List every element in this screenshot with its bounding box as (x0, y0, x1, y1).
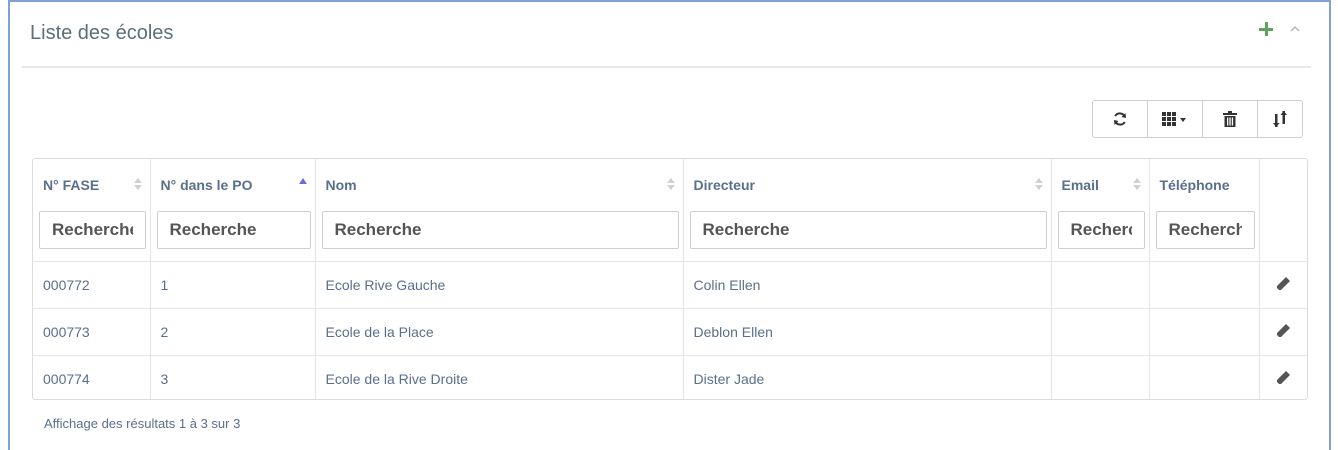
table-row[interactable]: 000774 3 Ecole de la Rive Droite Dister … (33, 355, 1307, 399)
column-header-email[interactable]: Email (1051, 159, 1150, 211)
cell-directeur: Deblon Ellen (683, 308, 1052, 356)
filter-telephone-input[interactable] (1155, 211, 1255, 249)
sort-both-icon (1034, 178, 1043, 190)
sort-arrows-icon (1273, 111, 1287, 127)
trash-icon (1223, 111, 1237, 127)
pencil-icon (1277, 370, 1291, 384)
column-label: Directeur (693, 177, 755, 193)
columns-button[interactable] (1147, 100, 1203, 138)
filter-email-input[interactable] (1057, 211, 1145, 249)
cell-directeur: Dister Jade (683, 355, 1052, 399)
cell-po: 1 (150, 261, 316, 309)
refresh-button[interactable] (1092, 100, 1148, 138)
refresh-icon (1114, 112, 1126, 126)
columns-grid-icon (1162, 112, 1186, 126)
column-header-po[interactable]: N° dans le PO (150, 159, 316, 211)
cell-po: 2 (150, 308, 316, 356)
cell-nom: Ecole de la Place (315, 308, 684, 356)
cell-telephone (1149, 355, 1260, 399)
cell-email (1051, 355, 1150, 399)
column-label: N° FASE (43, 177, 100, 193)
column-header-fase[interactable]: N° FASE (33, 159, 151, 211)
panel-tools (1259, 22, 1301, 36)
cell-po: 3 (150, 355, 316, 399)
cell-directeur: Colin Ellen (683, 261, 1052, 309)
panel-divider (22, 66, 1311, 68)
column-header-telephone[interactable]: Téléphone (1149, 159, 1260, 211)
table-row[interactable]: 000773 2 Ecole de la Place Deblon Ellen (33, 308, 1307, 356)
edit-row-button[interactable] (1276, 276, 1291, 294)
cell-telephone (1149, 261, 1260, 309)
table-row[interactable]: 000772 1 Ecole Rive Gauche Colin Ellen (33, 261, 1307, 309)
table-toolbar (1092, 100, 1303, 138)
filter-po-input[interactable] (156, 211, 311, 249)
chevron-up-icon[interactable] (1289, 23, 1301, 35)
sort-both-icon (133, 178, 142, 190)
sort-asc-icon (298, 178, 307, 184)
cell-email (1051, 261, 1150, 309)
filter-directeur-input[interactable] (689, 211, 1047, 249)
pencil-icon (1277, 276, 1291, 290)
cell-fase: 000774 (33, 355, 151, 399)
cell-nom: Ecole Rive Gauche (315, 261, 684, 309)
column-label: N° dans le PO (160, 177, 253, 193)
edit-row-button[interactable] (1276, 323, 1291, 341)
cell-email (1051, 308, 1150, 356)
cell-nom: Ecole de la Rive Droite (315, 355, 684, 399)
column-label: Email (1061, 177, 1099, 193)
sort-button[interactable] (1257, 100, 1303, 138)
schools-panel: Liste des écoles N° FASE N° dans le PO N… (8, 0, 1331, 450)
column-header-nom[interactable]: Nom (315, 159, 684, 211)
cell-fase: 000772 (33, 261, 151, 309)
pencil-icon (1277, 323, 1291, 337)
cell-fase: 000773 (33, 308, 151, 356)
schools-table: N° FASE N° dans le PO Nom Directeur Emai… (32, 158, 1308, 400)
sort-both-icon (666, 178, 675, 190)
column-label: Nom (325, 177, 357, 193)
filter-fase-input[interactable] (39, 211, 146, 249)
filter-nom-input[interactable] (321, 211, 679, 249)
delete-button[interactable] (1202, 100, 1258, 138)
edit-row-button[interactable] (1276, 370, 1291, 388)
panel-title: Liste des écoles (30, 22, 174, 44)
column-header-directeur[interactable]: Directeur (683, 159, 1052, 211)
column-header-actions (1259, 159, 1307, 211)
pagination-summary: Affichage des résultats 1 à 3 sur 3 (44, 416, 241, 431)
sort-both-icon (1132, 178, 1141, 190)
filter-row (33, 211, 1307, 262)
table-header-row: N° FASE N° dans le PO Nom Directeur Emai… (33, 159, 1307, 211)
add-icon[interactable] (1259, 22, 1273, 36)
column-label: Téléphone (1159, 177, 1230, 193)
cell-telephone (1149, 308, 1260, 356)
